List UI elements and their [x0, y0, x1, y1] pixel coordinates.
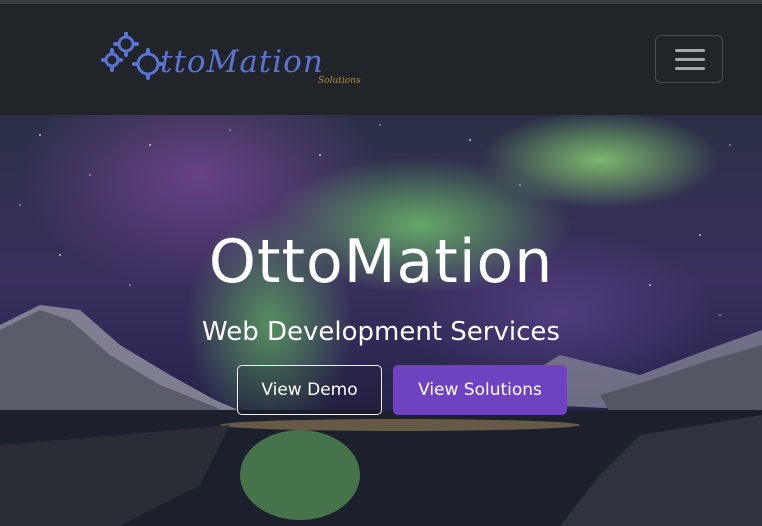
logo-subtitle: Solutions: [318, 76, 361, 86]
hamburger-icon: [675, 49, 705, 52]
navbar: ttoMation Solutions: [0, 4, 762, 115]
hero-section: OttoMation Web Development Services View…: [0, 115, 762, 526]
hamburger-icon: [675, 58, 705, 61]
hamburger-icon: [675, 67, 705, 70]
view-solutions-button[interactable]: View Solutions: [393, 365, 567, 415]
view-demo-button[interactable]: View Demo: [237, 365, 382, 415]
hero-title: OttoMation: [208, 227, 554, 297]
logo-wordmark: ttoMation: [160, 44, 324, 80]
brand-logo[interactable]: ttoMation Solutions: [100, 32, 380, 92]
hero-subtitle: Web Development Services: [202, 317, 560, 347]
navbar-toggler-button[interactable]: [655, 35, 723, 83]
